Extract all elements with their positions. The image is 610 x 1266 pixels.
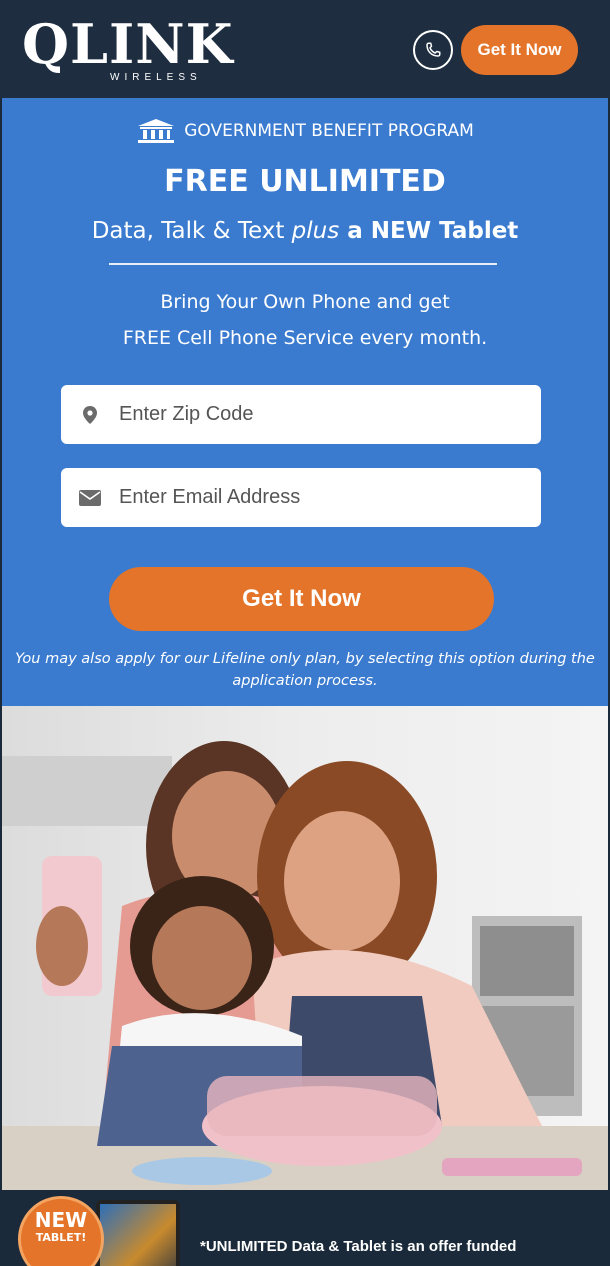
disclaimer-line2: application process.	[232, 673, 378, 689]
header-get-it-now-button[interactable]: Get It Now	[461, 25, 578, 75]
hero-description-line2: FREE Cell Phone Service every month.	[122, 327, 488, 349]
hero-section: GOVERNMENT BENEFIT PROGRAM FREE UNLIMITE…	[2, 98, 608, 706]
bank-building-icon	[138, 119, 175, 143]
envelope-icon	[61, 489, 119, 506]
zip-code-field[interactable]	[61, 385, 541, 444]
hero-divider	[109, 263, 497, 265]
get-it-now-button[interactable]: Get It Now	[109, 567, 494, 631]
page-subheadline: Data, Talk & Text plus a NEW Tablet	[2, 218, 608, 244]
email-input[interactable]	[119, 486, 519, 509]
phone-call-button[interactable]	[413, 30, 453, 70]
subhead-plus: plus	[291, 218, 340, 244]
site-header: QLINK WIRELESS Get It Now	[0, 0, 610, 98]
zip-code-input[interactable]	[119, 403, 519, 426]
new-tablet-badge: NEW TABLET!	[18, 1196, 104, 1266]
footer-offer-text: *UNLIMITED Data & Tablet is an offer fun…	[200, 1238, 517, 1255]
disclaimer-line1: You may also apply for our Lifeline only…	[15, 651, 595, 667]
email-field[interactable]	[61, 468, 541, 527]
tablet-image	[96, 1200, 180, 1266]
hero-description-line1: Bring Your Own Phone and get	[160, 291, 450, 313]
page-headline: FREE UNLIMITED	[164, 164, 446, 199]
tablet-screen	[100, 1204, 176, 1266]
phone-icon	[426, 42, 441, 57]
badge-new-text: NEW	[34, 1208, 88, 1232]
logo-wordmark: QLINK	[22, 12, 234, 76]
qlink-logo[interactable]: QLINK WIRELESS	[22, 12, 233, 88]
footer-banner: NEW TABLET! *UNLIMITED Data & Tablet is …	[0, 1190, 610, 1266]
lifeline-disclaimer: You may also apply for our Lifeline only…	[12, 648, 598, 692]
map-marker-icon	[61, 405, 119, 424]
program-badge: GOVERNMENT BENEFIT PROGRAM	[2, 118, 608, 144]
family-photo	[2, 706, 608, 1190]
badge-tablet-text: TABLET!	[35, 1231, 87, 1244]
family-selfie-image	[2, 706, 608, 1190]
subhead-part1: Data, Talk & Text	[91, 218, 292, 244]
subhead-part2: a NEW Tablet	[339, 218, 519, 244]
program-badge-text: GOVERNMENT BENEFIT PROGRAM	[184, 121, 474, 141]
hero-description: Bring Your Own Phone and get FREE Cell P…	[2, 284, 608, 356]
logo-subtext: WIRELESS	[110, 72, 202, 83]
